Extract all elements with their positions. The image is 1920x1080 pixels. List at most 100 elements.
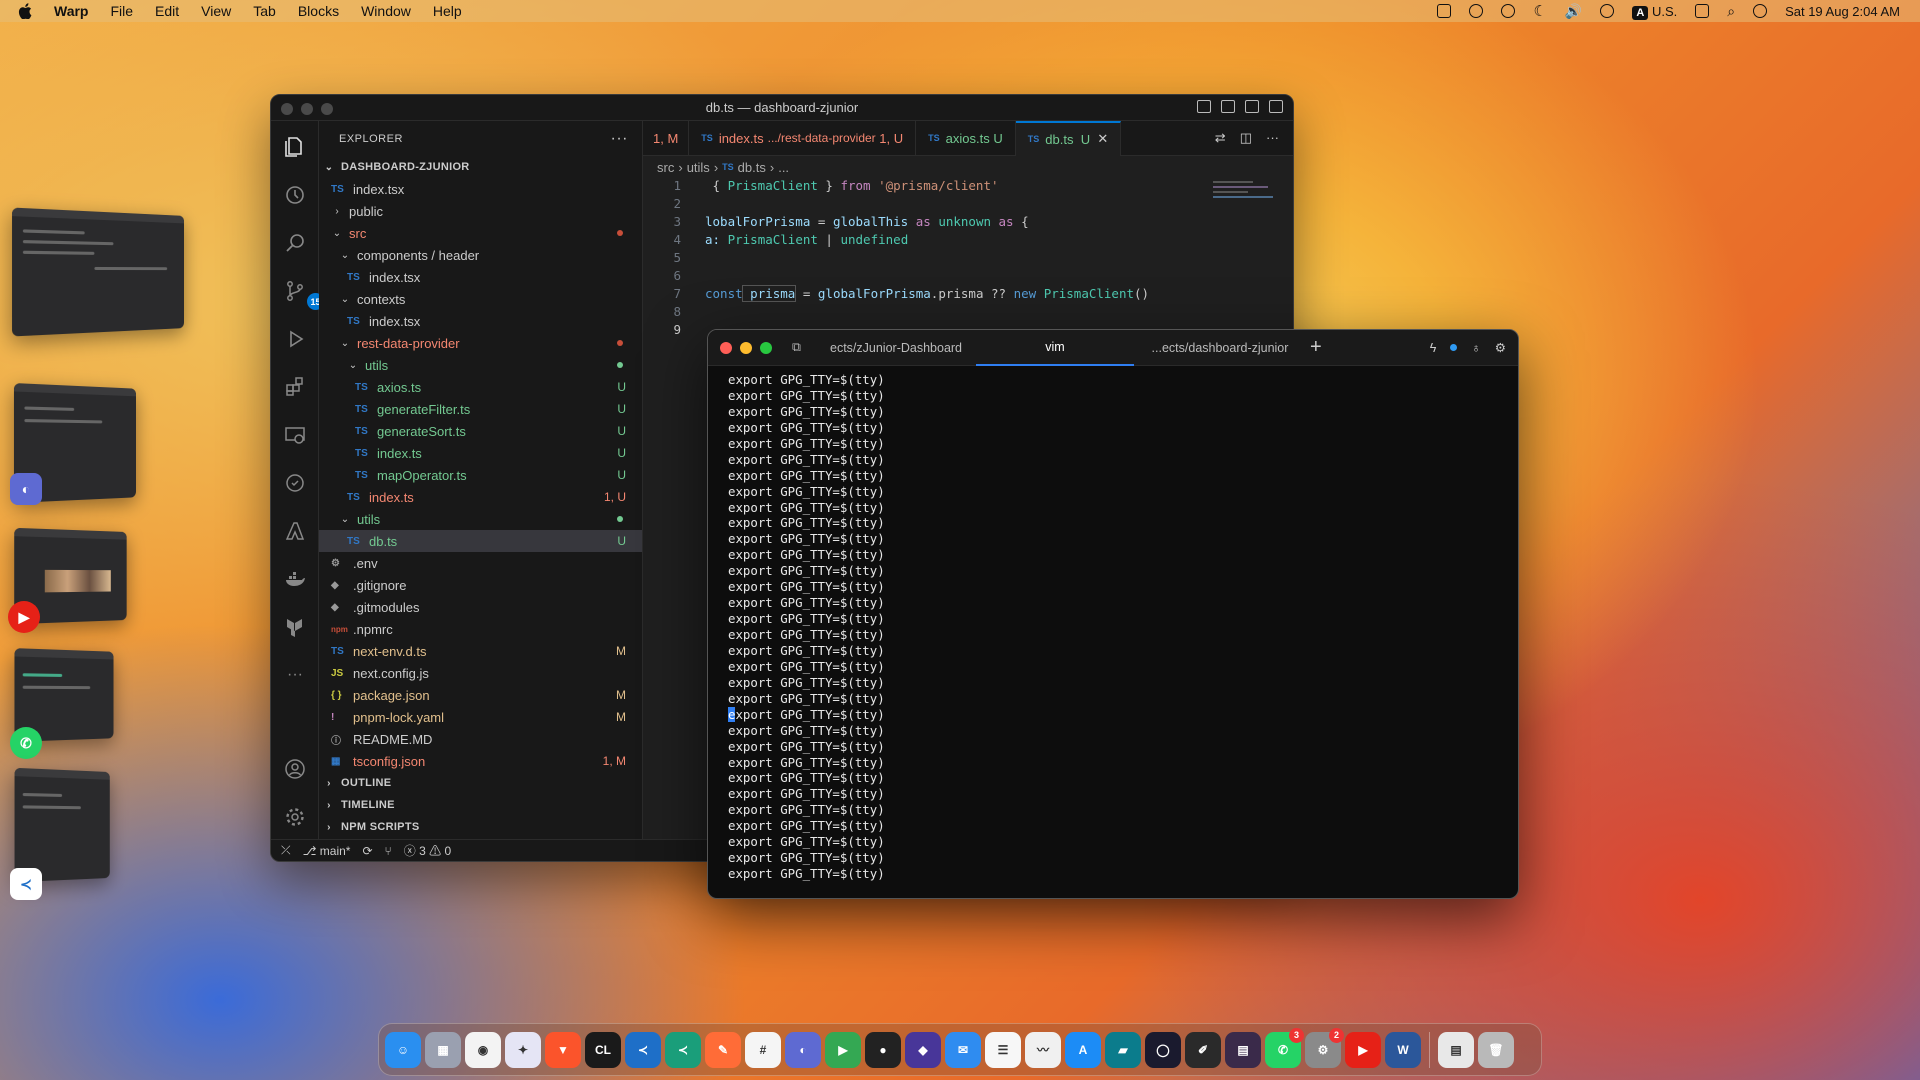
menu-tab[interactable]: Tab (253, 3, 276, 19)
tab-axios-ts[interactable]: TS axios.ts U (916, 120, 1016, 156)
obsidian-icon[interactable]: ◆ (905, 1031, 941, 1068)
source-control-icon[interactable]: 15 (283, 279, 324, 310)
linear-icon[interactable]: ◐ (785, 1031, 821, 1068)
airplay-icon[interactable] (1469, 4, 1484, 18)
azure-icon[interactable] (283, 519, 307, 543)
breadcrumb-item[interactable]: src (657, 160, 674, 175)
tree-item[interactable]: ◆ .gitmodules (319, 596, 642, 618)
menu-help[interactable]: Help (433, 3, 462, 19)
tab-overview-icon[interactable]: ⧉ (792, 340, 801, 355)
tree-item[interactable]: TS index.tsx (319, 178, 642, 200)
app-icon[interactable]: ▤ (1225, 1031, 1261, 1068)
app-icon[interactable]: ◯ (1145, 1031, 1181, 1068)
problems-indicator[interactable]: ⓧ 3 ⚠ 0 (404, 842, 451, 859)
close-button[interactable] (281, 103, 293, 115)
stage-window-thumbnail[interactable] (14, 767, 110, 883)
whatsapp-app-icon[interactable]: ✆ (10, 727, 42, 759)
terraform-icon[interactable] (283, 615, 307, 639)
tree-item[interactable]: TS db.ts U (319, 530, 642, 552)
trash-icon[interactable]: 🗑 (1478, 1031, 1514, 1068)
vscode-icon[interactable]: ≺ (625, 1031, 661, 1068)
tree-item[interactable]: TS generateSort.ts U (319, 420, 642, 442)
brave-icon[interactable]: ▼ (545, 1031, 581, 1068)
app-icon[interactable]: ▰ (1105, 1031, 1141, 1068)
clock[interactable]: Sat 19 Aug 2:04 AM (1785, 4, 1900, 19)
tree-item[interactable]: ⌄ contexts (319, 288, 642, 310)
volume-icon[interactable]: 🔊 (1565, 3, 1582, 20)
menu-app-name[interactable]: Warp (54, 3, 88, 19)
meet-icon[interactable]: ▶ (825, 1031, 861, 1068)
breadcrumb-item[interactable]: utils (687, 160, 710, 175)
tree-item[interactable]: TS mapOperator.ts U (319, 464, 642, 486)
document-icon[interactable]: ▤ (1438, 1031, 1474, 1068)
git-graph-icon[interactable]: ⑂ (385, 844, 392, 858)
tree-item[interactable]: ! pnpm-lock.yaml M (319, 706, 642, 728)
toggle-panel-icon[interactable] (1221, 100, 1235, 113)
sidebar-toggle-icon[interactable] (1437, 4, 1452, 18)
reminders-icon[interactable]: ☰ (985, 1031, 1021, 1068)
system-settings-icon[interactable]: ⚙ 2 (1305, 1027, 1344, 1068)
tree-item[interactable]: ▦ tsconfig.json 1, M (319, 750, 642, 772)
menu-window[interactable]: Window (361, 3, 411, 19)
lightbulb-icon[interactable]: ♁ (1471, 341, 1480, 355)
input-source[interactable]: A U.S. (1632, 4, 1677, 20)
slack-icon[interactable]: # (745, 1031, 781, 1068)
remote-icon[interactable]: ⤫ (281, 843, 291, 858)
app-icon[interactable]: ✐ (1185, 1031, 1221, 1068)
app-icon[interactable]: ● (865, 1031, 901, 1068)
word-icon[interactable]: W (1385, 1031, 1421, 1068)
youtube-music-icon[interactable]: ▶ (1345, 1031, 1381, 1068)
testing-icon[interactable] (283, 471, 307, 495)
search-icon[interactable]: ⌕ (1727, 3, 1735, 20)
tree-item[interactable]: TS axios.ts U (319, 376, 642, 398)
chrome-icon[interactable]: ◉ (465, 1031, 501, 1068)
zoom-button[interactable] (321, 103, 333, 115)
whatsapp-icon[interactable]: ✆ 3 (1265, 1027, 1304, 1068)
stage-window-thumbnail[interactable] (12, 207, 185, 337)
tree-item[interactable]: ⌄ components / header (319, 244, 642, 266)
sync-icon[interactable]: ⟳ (362, 844, 372, 858)
breadcrumb-item[interactable]: db.ts (738, 160, 766, 175)
remote-explorer-icon[interactable] (283, 423, 307, 447)
vscode-app-icon[interactable]: ≺ (10, 868, 42, 900)
tree-item[interactable]: TS index.ts 1, U (319, 486, 642, 508)
play-icon[interactable] (1600, 4, 1615, 18)
close-icon[interactable]: ✕ (1097, 131, 1108, 147)
tab-db-ts[interactable]: TS db.ts U ✕ (1015, 120, 1122, 156)
menu-view[interactable]: View (201, 3, 231, 19)
app-store-icon[interactable]: A (1065, 1031, 1101, 1068)
tree-item[interactable]: TS index.tsx (319, 266, 642, 288)
warp-tab[interactable]: ...ects/dashboard-zjunior (1140, 330, 1300, 366)
tree-item[interactable]: ⌄ src (319, 222, 642, 244)
tree-item[interactable]: TS index.tsx (319, 310, 642, 332)
window-icon[interactable] (1695, 4, 1710, 18)
tree-item[interactable]: › public (319, 200, 642, 222)
warp-tab-vim[interactable]: vim (976, 330, 1134, 366)
tab-index-ts[interactable]: TS index.ts .../rest-data-provider 1, U (689, 120, 917, 156)
warp-tab[interactable]: ects/zJunior-Dashboard (830, 330, 964, 366)
lightning-icon[interactable]: ϟ (1430, 341, 1437, 355)
menu-blocks[interactable]: Blocks (298, 3, 339, 19)
toggle-sidebar-icon[interactable] (1197, 100, 1211, 113)
tree-item[interactable]: ⌄ utils (319, 354, 642, 376)
breadcrumb-item[interactable]: ... (778, 160, 789, 175)
timeline-icon[interactable] (283, 183, 307, 207)
tree-item[interactable]: ⓘ README.MD (319, 728, 642, 750)
tab-previous[interactable]: 1, M (643, 120, 690, 156)
tree-item[interactable]: { } package.json M (319, 684, 642, 706)
tree-item[interactable]: ⌄ rest-data-provider (319, 332, 642, 354)
tree-item[interactable]: TS generateFilter.ts U (319, 398, 642, 420)
explorer-more-icon[interactable]: ··· (611, 130, 628, 148)
menu-file[interactable]: File (110, 3, 133, 19)
new-tab-button[interactable]: + (1310, 336, 1322, 359)
docker-icon[interactable] (283, 567, 307, 591)
sidebar-section[interactable]: › OUTLINE (319, 772, 642, 794)
toggle-secondary-sidebar-icon[interactable] (1245, 100, 1259, 113)
app-icon[interactable]: ✦ (505, 1031, 541, 1068)
activity-monitor-icon[interactable]: 〰 (1025, 1031, 1061, 1068)
accounts-icon[interactable] (283, 757, 307, 781)
close-button[interactable] (720, 341, 732, 354)
tree-item[interactable]: ⌄ utils (319, 508, 642, 530)
compare-icon[interactable]: ⇄ (1215, 130, 1226, 146)
more-actions-icon[interactable]: ··· (1266, 130, 1279, 146)
